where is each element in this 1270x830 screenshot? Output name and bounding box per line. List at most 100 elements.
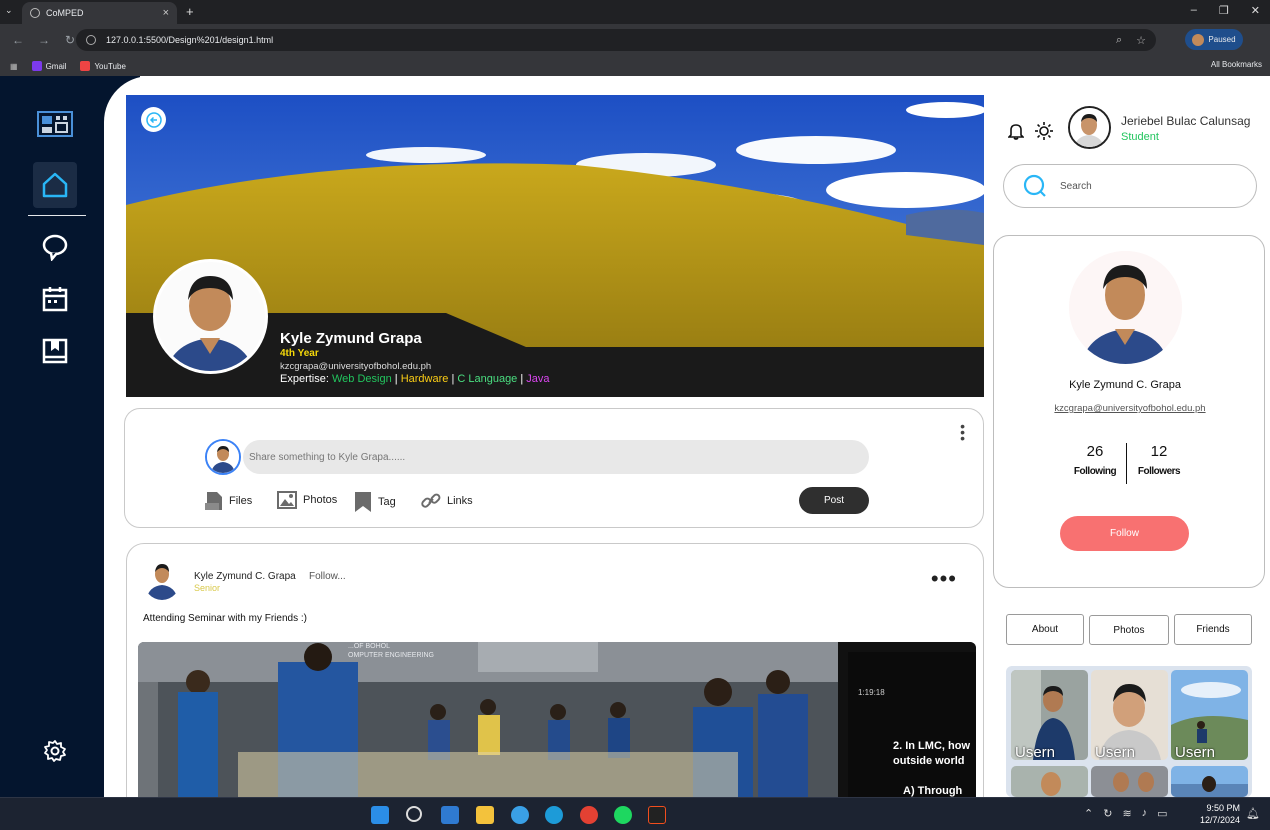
post-composer: Share something to Kyle Grapa...... • • • … bbox=[124, 408, 984, 528]
post-more-icon[interactable]: ••• bbox=[931, 568, 957, 590]
start-icon[interactable] bbox=[371, 806, 389, 824]
slide-question-line: 2. In LMC, how bbox=[893, 740, 970, 752]
close-tab-icon[interactable]: × bbox=[163, 7, 169, 19]
follow-button[interactable]: Follow bbox=[1060, 516, 1189, 551]
following-label: Following bbox=[1073, 466, 1117, 477]
theme-toggle-icon[interactable] bbox=[1035, 122, 1053, 145]
expertise-java: Java bbox=[526, 373, 550, 385]
notification-center-icon[interactable]: 🔔︎ bbox=[1246, 807, 1260, 820]
followers-stat[interactable]: 12 Followers bbox=[1124, 443, 1194, 477]
followers-label: Followers bbox=[1137, 466, 1181, 477]
settings-gear-icon[interactable] bbox=[36, 732, 74, 770]
logo-icon[interactable] bbox=[36, 104, 74, 142]
bookmark-tag-icon bbox=[355, 492, 371, 512]
spotify-icon[interactable] bbox=[614, 806, 632, 824]
figma-icon[interactable] bbox=[648, 806, 666, 824]
tab-photos[interactable]: Photos bbox=[1089, 615, 1169, 645]
current-user-avatar[interactable] bbox=[1068, 106, 1111, 149]
home-icon[interactable] bbox=[33, 162, 77, 208]
edge-icon[interactable] bbox=[545, 806, 563, 824]
apps-icon[interactable]: ▦ bbox=[10, 62, 18, 71]
forward-nav-icon[interactable]: → bbox=[36, 33, 52, 47]
post-button[interactable]: Post bbox=[799, 487, 869, 514]
expertise-web-design: Web Design bbox=[331, 373, 392, 385]
expertise-hardware: Hardware bbox=[400, 373, 449, 385]
bookmark-youtube[interactable]: YouTube bbox=[80, 61, 126, 71]
slide-answer: A) Through bbox=[903, 785, 963, 797]
post-author-name[interactable]: Kyle Zymund C. Grapa bbox=[194, 571, 296, 582]
tag-button[interactable]: Tag bbox=[354, 491, 396, 513]
card-name: Kyle Zymund C. Grapa bbox=[1069, 379, 1181, 391]
clock[interactable]: 9:50 PM 12/7/2024 bbox=[1200, 802, 1240, 826]
all-bookmarks[interactable]: All Bookmarks bbox=[1211, 60, 1262, 69]
close-window-icon[interactable]: ✕ bbox=[1251, 4, 1260, 17]
chrome-icon[interactable] bbox=[580, 806, 598, 824]
bookmark-gmail[interactable]: Gmail bbox=[31, 61, 66, 71]
friend-card[interactable] bbox=[1011, 766, 1088, 797]
window-controls: – ❐ ✕ bbox=[1191, 4, 1260, 17]
friend-username: Usern ame bbox=[1095, 744, 1136, 760]
following-stat[interactable]: 26 Following bbox=[1060, 443, 1130, 477]
youtube-icon bbox=[80, 61, 91, 71]
links-button[interactable]: Links bbox=[421, 491, 473, 511]
profile-year: 4th Year bbox=[280, 348, 319, 359]
friend-card[interactable]: Usern ame bbox=[1011, 670, 1088, 760]
volume-icon[interactable]: ♪ bbox=[1142, 807, 1148, 820]
chat-icon[interactable] bbox=[36, 228, 74, 266]
url-input[interactable]: 127.0.0.1:5500/Design%201/design1.html ⌕… bbox=[76, 29, 1156, 51]
profile-expertise: Expertise: Web Design | Hardware | C Lan… bbox=[280, 373, 550, 385]
back-button[interactable] bbox=[141, 107, 166, 132]
post-image[interactable]: ...OF BOHOL OMPUTER ENGINEERING 1:19:18 2… bbox=[138, 642, 976, 797]
post-follow-link[interactable]: Follow... bbox=[309, 571, 346, 582]
tab-title: CoMPED bbox=[46, 8, 84, 18]
card-avatar bbox=[1069, 251, 1182, 364]
friend-card[interactable]: Usern ame bbox=[1091, 670, 1168, 760]
files-button[interactable]: Files bbox=[205, 491, 252, 511]
weather-icon[interactable] bbox=[511, 806, 529, 824]
feed-post: Kyle Zymund C. Grapa Follow... Senior ••… bbox=[126, 543, 984, 797]
battery-icon[interactable]: ▭ bbox=[1157, 807, 1167, 820]
bookmark-star-icon[interactable]: ☆ bbox=[1136, 34, 1146, 47]
bookmark-book-icon[interactable] bbox=[36, 332, 74, 370]
search-taskbar-icon[interactable] bbox=[406, 806, 422, 822]
profile-status: Paused bbox=[1208, 35, 1236, 44]
calendar-icon[interactable] bbox=[36, 280, 74, 318]
back-nav-icon[interactable]: ← bbox=[10, 33, 26, 47]
browser-tabbar: ⌄ CoMPED × + – ❐ ✕ bbox=[0, 0, 1270, 24]
card-email[interactable]: kzcgrapa@universityofbohol.edu.ph bbox=[994, 403, 1266, 414]
gmail-icon bbox=[31, 61, 42, 71]
search-input[interactable]: Search bbox=[1003, 164, 1257, 208]
profile-button[interactable]: Paused bbox=[1185, 29, 1243, 50]
chevron-up-icon[interactable]: ⌃ bbox=[1084, 807, 1093, 820]
friend-username: Usern ame bbox=[1175, 744, 1216, 760]
store-icon[interactable] bbox=[441, 806, 459, 824]
friend-card[interactable]: Usern ame bbox=[1171, 670, 1248, 760]
friend-card[interactable] bbox=[1171, 766, 1248, 797]
friend-card[interactable] bbox=[1091, 766, 1168, 797]
post-author-avatar[interactable] bbox=[143, 558, 181, 600]
arrow-left-icon bbox=[145, 111, 162, 128]
minimize-icon[interactable]: – bbox=[1191, 4, 1197, 17]
sync-icon[interactable]: ↻ bbox=[1103, 807, 1112, 820]
profile-email: kzcgrapa@universityofbohol.edu.ph bbox=[280, 361, 432, 372]
site-info-icon[interactable] bbox=[86, 35, 96, 45]
browser-tab[interactable]: CoMPED × bbox=[22, 2, 177, 24]
restore-icon[interactable]: ❐ bbox=[1219, 4, 1229, 17]
notification-bell-icon[interactable] bbox=[1007, 122, 1025, 145]
system-tray: ⌃ ↻ ≋ ♪ ▭ bbox=[1084, 807, 1168, 820]
zoom-icon[interactable]: ⌕ bbox=[1116, 34, 1122, 47]
search-icon bbox=[1023, 174, 1046, 197]
current-user-name: Jeriebel Bulac Calunsag bbox=[1121, 114, 1251, 128]
tab-search-icon[interactable]: ⌄ bbox=[5, 5, 13, 16]
link-icon bbox=[421, 493, 441, 508]
sidebar-divider bbox=[28, 215, 86, 216]
photos-button[interactable]: Photos bbox=[277, 491, 337, 509]
wifi-icon[interactable]: ≋ bbox=[1122, 807, 1131, 820]
tab-friends[interactable]: Friends bbox=[1174, 614, 1252, 645]
new-tab-icon[interactable]: + bbox=[186, 4, 194, 19]
share-input[interactable]: Share something to Kyle Grapa...... bbox=[243, 440, 869, 474]
composer-avatar bbox=[205, 439, 241, 475]
tab-about[interactable]: About bbox=[1006, 614, 1084, 645]
composer-more-icon[interactable]: • • • bbox=[960, 419, 965, 445]
file-explorer-icon[interactable] bbox=[476, 806, 494, 824]
